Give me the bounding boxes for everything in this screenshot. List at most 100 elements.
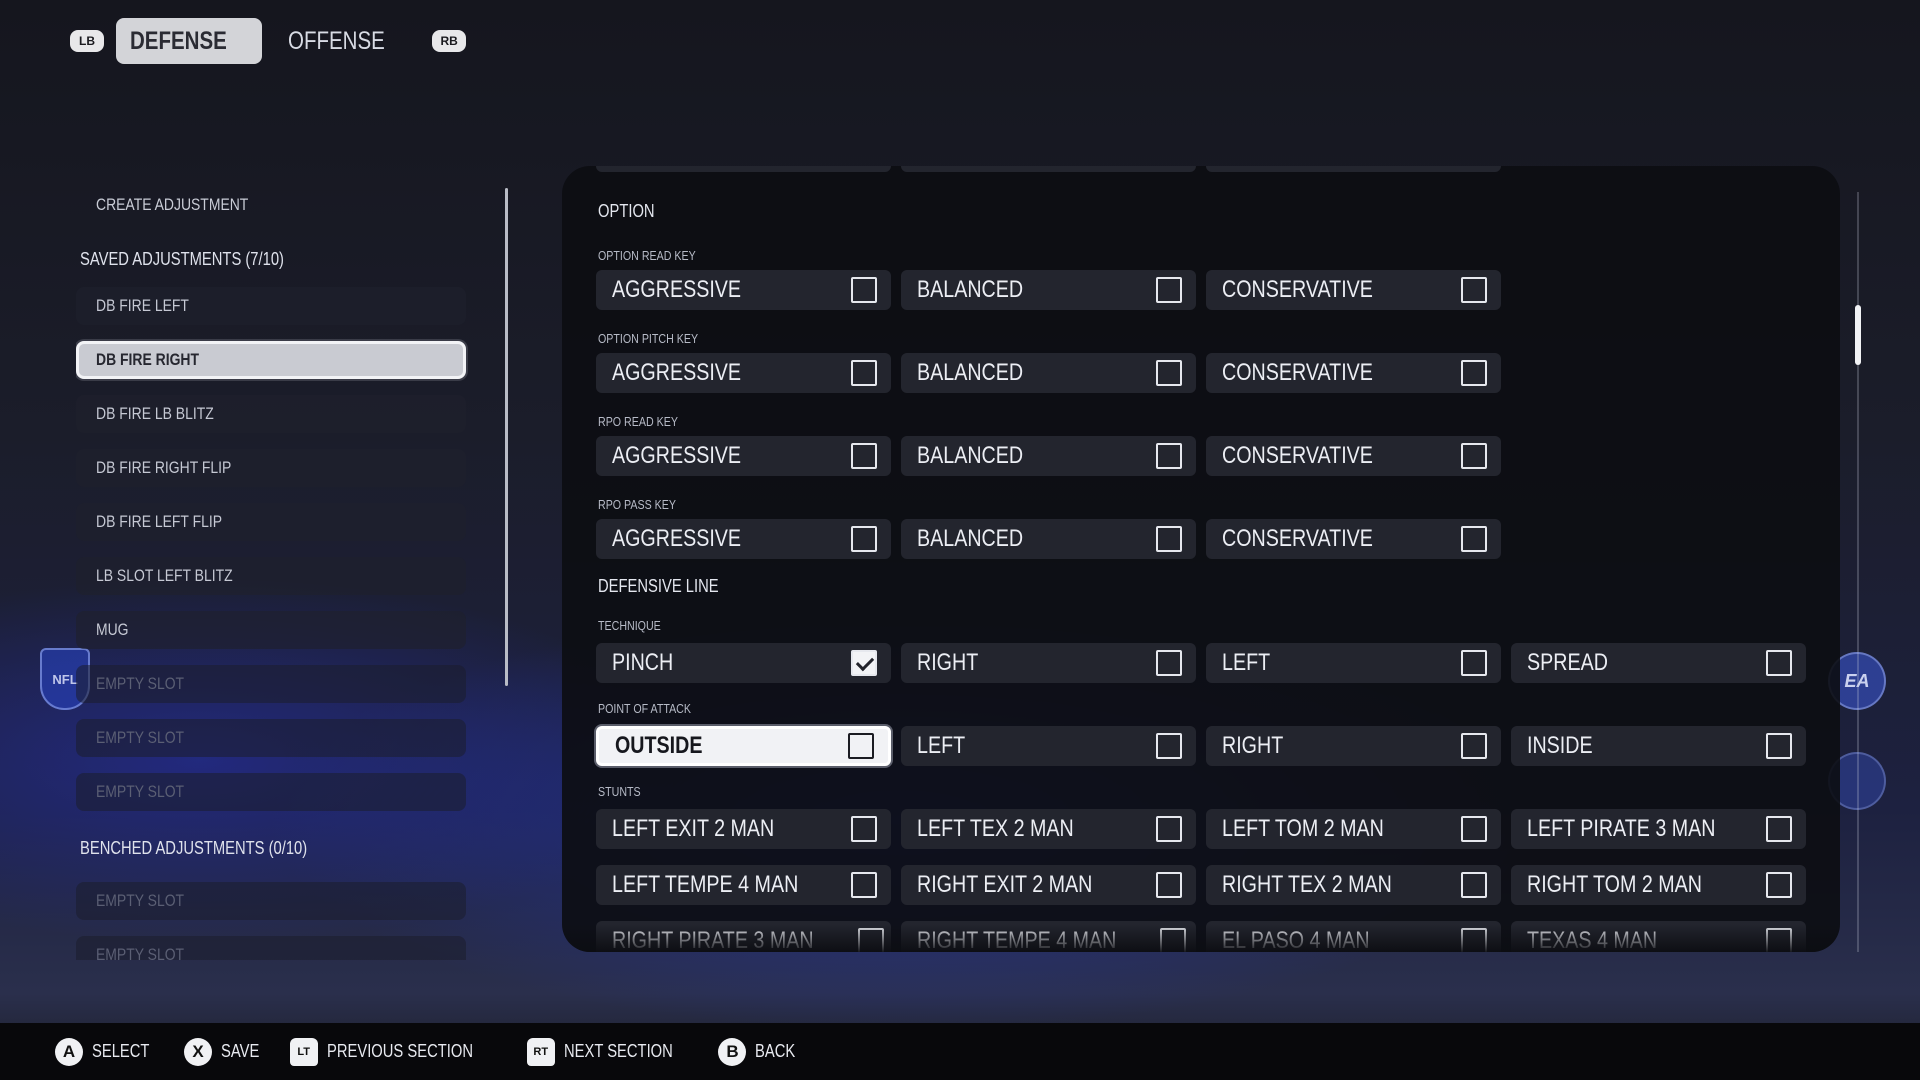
- next-section-hint[interactable]: RT NEXT SECTION: [526, 1037, 697, 1066]
- select-hint[interactable]: A SELECT: [55, 1037, 162, 1066]
- stunt-option[interactable]: LEFT EXIT 2 MAN: [596, 809, 891, 849]
- benched-adjustment-label: EMPTY SLOT: [96, 891, 185, 910]
- checkbox-icon[interactable]: [1156, 526, 1182, 552]
- checkbox-icon[interactable]: [1766, 733, 1792, 759]
- checkbox-icon[interactable]: [1461, 443, 1487, 469]
- option-choice-balanced[interactable]: BALANCED: [901, 353, 1196, 393]
- checkbox-icon[interactable]: [1461, 360, 1487, 386]
- technique-left[interactable]: LEFT: [1206, 643, 1501, 683]
- saved-adjustment-slot[interactable]: DB FIRE LB BLITZ: [76, 395, 466, 433]
- stunt-option-label: LEFT TOM 2 MAN: [1222, 815, 1384, 842]
- benched-adjustment-slot[interactable]: EMPTY SLOT: [76, 936, 466, 960]
- next-section-hint-label: NEXT SECTION: [563, 1041, 673, 1061]
- save-hint-label: SAVE: [221, 1041, 260, 1061]
- saved-adjustment-slot[interactable]: EMPTY SLOT: [76, 773, 466, 811]
- option-choice-conservative-label: CONSERVATIVE: [1222, 442, 1373, 469]
- tab-offense[interactable]: OFFENSE: [274, 18, 420, 64]
- saved-adjustment-slot[interactable]: EMPTY SLOT: [76, 719, 466, 757]
- checkbox-icon[interactable]: [1461, 650, 1487, 676]
- checkbox-icon[interactable]: [851, 816, 877, 842]
- create-adjustment-button[interactable]: CREATE ADJUSTMENT: [96, 185, 282, 225]
- technique-left-label: LEFT: [1222, 649, 1271, 676]
- saved-adjustment-label: DB FIRE LEFT: [96, 296, 189, 315]
- sidebar-scrollbar[interactable]: [505, 188, 508, 686]
- option-choice-conservative[interactable]: CONSERVATIVE: [1206, 519, 1501, 559]
- checkbox-icon[interactable]: [1461, 526, 1487, 552]
- option-choice-balanced[interactable]: BALANCED: [901, 270, 1196, 310]
- checkbox-icon[interactable]: [1461, 816, 1487, 842]
- option-choice-balanced-label: BALANCED: [917, 442, 1024, 469]
- option-choice-aggressive-label: AGGRESSIVE: [612, 442, 742, 469]
- option-choice-aggressive[interactable]: AGGRESSIVE: [596, 353, 891, 393]
- rb-bumper-icon[interactable]: RB: [432, 30, 467, 52]
- stunt-option[interactable]: LEFT PIRATE 3 MAN: [1511, 809, 1806, 849]
- option-choice-aggressive[interactable]: AGGRESSIVE: [596, 519, 891, 559]
- option-choice-conservative[interactable]: CONSERVATIVE: [1206, 436, 1501, 476]
- option-choice-conservative-label: CONSERVATIVE: [1222, 359, 1373, 386]
- stunt-option[interactable]: LEFT TEX 2 MAN: [901, 809, 1196, 849]
- checkbox-icon[interactable]: [1156, 650, 1182, 676]
- stunt-option[interactable]: LEFT TEMPE 4 MAN: [596, 865, 891, 905]
- option-choice-balanced-label: BALANCED: [917, 525, 1024, 552]
- checkbox-icon[interactable]: [848, 733, 874, 759]
- stunt-option-label: RIGHT TEX 2 MAN: [1222, 871, 1392, 898]
- saved-adjustment-slot[interactable]: LB SLOT LEFT BLITZ: [76, 557, 466, 595]
- stunt-option-label: LEFT PIRATE 3 MAN: [1527, 815, 1716, 842]
- checkbox-icon[interactable]: [851, 650, 877, 676]
- option-choice-aggressive[interactable]: AGGRESSIVE: [596, 436, 891, 476]
- lb-bumper-icon[interactable]: LB: [70, 30, 104, 52]
- checkbox-icon[interactable]: [1156, 816, 1182, 842]
- checkbox-icon[interactable]: [851, 443, 877, 469]
- option-choice-balanced[interactable]: BALANCED: [901, 519, 1196, 559]
- saved-adjustment-slot[interactable]: DB FIRE RIGHT FLIP: [76, 449, 466, 487]
- checkbox-icon[interactable]: [1766, 872, 1792, 898]
- option-choice-aggressive[interactable]: AGGRESSIVE: [596, 270, 891, 310]
- option-choice-balanced-label: BALANCED: [917, 276, 1024, 303]
- checkbox-icon[interactable]: [1156, 443, 1182, 469]
- stunt-option[interactable]: RIGHT TEX 2 MAN: [1206, 865, 1501, 905]
- checkbox-icon[interactable]: [1461, 872, 1487, 898]
- saved-adjustment-slot[interactable]: DB FIRE LEFT: [76, 287, 466, 325]
- checkbox-icon[interactable]: [851, 277, 877, 303]
- save-hint[interactable]: X SAVE: [184, 1037, 268, 1066]
- checkbox-icon[interactable]: [1766, 650, 1792, 676]
- checkbox-icon[interactable]: [1461, 277, 1487, 303]
- b-button-icon: B: [718, 1037, 747, 1066]
- checkbox-icon[interactable]: [851, 526, 877, 552]
- technique-pinch[interactable]: PINCH: [596, 643, 891, 683]
- checkbox-icon[interactable]: [1156, 360, 1182, 386]
- saved-adjustment-slot[interactable]: DB FIRE RIGHT: [76, 341, 466, 379]
- option-choice-conservative[interactable]: CONSERVATIVE: [1206, 270, 1501, 310]
- option-choice-aggressive-label: AGGRESSIVE: [612, 359, 742, 386]
- previous-section-hint[interactable]: LT PREVIOUS SECTION: [289, 1037, 505, 1066]
- point-of-attack-outside[interactable]: OUTSIDE: [596, 726, 891, 766]
- stunt-option[interactable]: RIGHT EXIT 2 MAN: [901, 865, 1196, 905]
- saved-adjustment-slot[interactable]: DB FIRE LEFT FLIP: [76, 503, 466, 541]
- stunt-option[interactable]: LEFT TOM 2 MAN: [1206, 809, 1501, 849]
- point-of-attack-right[interactable]: RIGHT: [1206, 726, 1501, 766]
- saved-adjustment-slot[interactable]: MUG: [76, 611, 466, 649]
- checkbox-icon[interactable]: [1156, 277, 1182, 303]
- panel-scrollbar-thumb[interactable]: [1855, 305, 1861, 365]
- benched-adjustment-slot[interactable]: EMPTY SLOT: [76, 882, 466, 920]
- technique-spread[interactable]: SPREAD: [1511, 643, 1806, 683]
- saved-adjustment-slot[interactable]: EMPTY SLOT: [76, 665, 466, 703]
- tab-defense[interactable]: DEFENSE: [116, 18, 263, 64]
- point-of-attack-inside[interactable]: INSIDE: [1511, 726, 1806, 766]
- adjustments-sidebar: CREATE ADJUSTMENT SAVED ADJUSTMENTS (7/1…: [76, 185, 472, 960]
- checkbox-icon[interactable]: [1156, 872, 1182, 898]
- option-choice-conservative[interactable]: CONSERVATIVE: [1206, 353, 1501, 393]
- stunt-option[interactable]: RIGHT TOM 2 MAN: [1511, 865, 1806, 905]
- back-hint[interactable]: B BACK: [718, 1037, 804, 1066]
- checkbox-icon[interactable]: [1766, 816, 1792, 842]
- select-hint-label: SELECT: [92, 1041, 150, 1061]
- button-hints-bar: A SELECT X SAVE LT PREVIOUS SECTION RT N…: [0, 1023, 1920, 1080]
- checkbox-icon[interactable]: [1156, 733, 1182, 759]
- point-of-attack-left[interactable]: LEFT: [901, 726, 1196, 766]
- technique-right[interactable]: RIGHT: [901, 643, 1196, 683]
- option-choice-balanced[interactable]: BALANCED: [901, 436, 1196, 476]
- checkbox-icon[interactable]: [1461, 733, 1487, 759]
- checkbox-icon[interactable]: [851, 872, 877, 898]
- option-group-label: OPTION PITCH KEY: [598, 331, 699, 346]
- checkbox-icon[interactable]: [851, 360, 877, 386]
